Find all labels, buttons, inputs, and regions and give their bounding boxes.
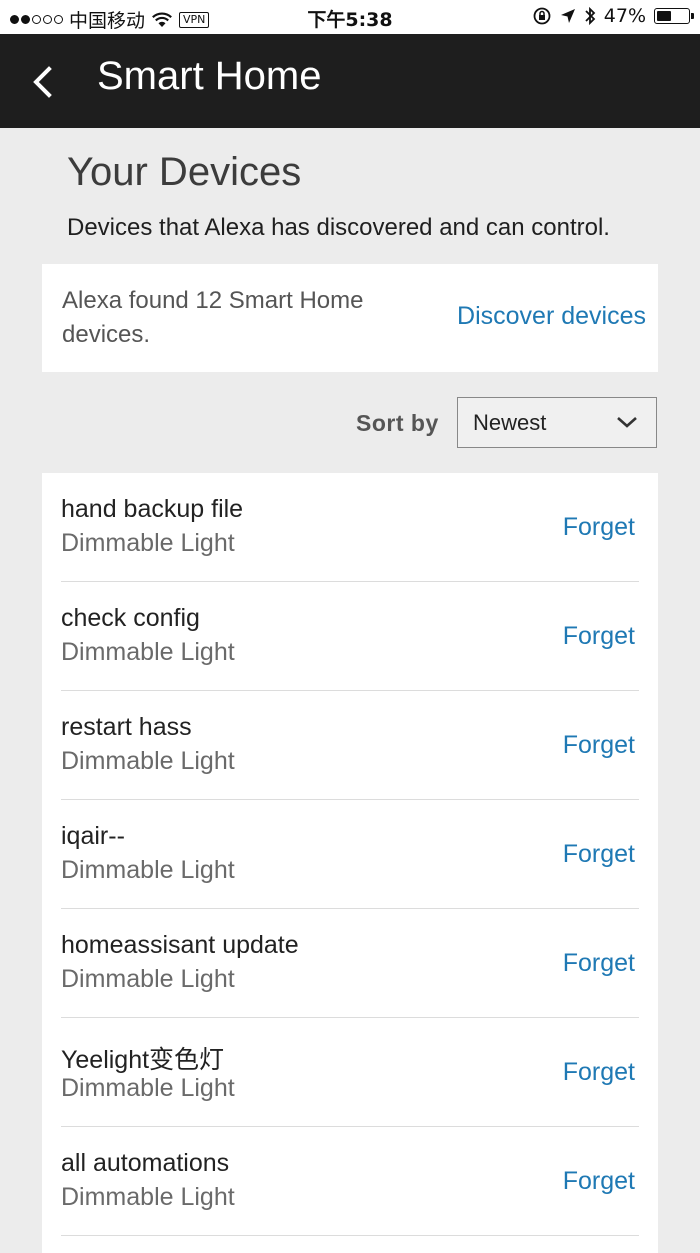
device-name: iqair-- <box>61 822 125 850</box>
list-item[interactable]: Yeelight变色灯 Dimmable Light Forget <box>61 1018 639 1127</box>
discovery-card: Alexa found 12 Smart Home devices. Disco… <box>42 264 658 372</box>
battery-percent: 47% <box>603 5 646 27</box>
device-name: check config <box>61 604 200 632</box>
device-type: Dimmable Light <box>61 965 235 993</box>
list-item[interactable]: iqair-- Dimmable Light Forget <box>61 800 639 909</box>
device-name: all automations <box>61 1149 230 1177</box>
device-name: restart hass <box>61 713 192 741</box>
device-type: Dimmable Light <box>61 747 235 775</box>
device-name: hand backup file <box>61 495 244 523</box>
battery-icon <box>654 8 694 24</box>
forget-button[interactable]: Forget <box>563 1167 635 1196</box>
device-type: Dimmable Light <box>61 856 235 884</box>
forget-button[interactable]: Forget <box>563 731 635 760</box>
device-type: Dimmable Light <box>61 529 235 557</box>
device-type: Dimmable Light <box>61 1183 235 1211</box>
devices-found-text: Alexa found 12 Smart Home devices. <box>62 287 364 348</box>
bluetooth-icon <box>585 6 596 26</box>
orientation-lock-icon <box>533 7 551 25</box>
list-item[interactable]: hand backup file Dimmable Light Forget <box>61 473 639 582</box>
sort-selected-value: Newest <box>473 410 547 435</box>
device-name: Yeelight变色灯 <box>61 1046 225 1074</box>
chevron-down-icon <box>617 417 637 428</box>
back-button[interactable] <box>30 60 70 104</box>
nav-bar: Smart Home <box>0 34 700 128</box>
device-type: Dimmable Light <box>61 1074 235 1102</box>
location-icon <box>560 9 575 23</box>
status-right: 47% <box>532 5 694 27</box>
device-list: hand backup file Dimmable Light Forget c… <box>42 473 658 1253</box>
sort-label: Sort by <box>356 410 439 436</box>
forget-button[interactable]: Forget <box>563 1058 635 1087</box>
nav-title: Smart Home <box>97 54 322 98</box>
forget-button[interactable]: Forget <box>563 622 635 651</box>
chevron-left-icon <box>33 66 52 98</box>
status-bar: 中国移动 VPN 下午5:38 47% <box>0 0 700 34</box>
list-item[interactable]: check config Dimmable Light Forget <box>61 582 639 691</box>
sort-dropdown[interactable]: Newest <box>457 397 657 448</box>
page-subtitle: Devices that Alexa has discovered and ca… <box>67 214 610 241</box>
discover-devices-link[interactable]: Discover devices <box>457 302 646 331</box>
device-type: Dimmable Light <box>61 638 235 666</box>
list-item[interactable]: homeassisant update Dimmable Light Forge… <box>61 909 639 1018</box>
forget-button[interactable]: Forget <box>563 513 635 542</box>
list-item[interactable]: restart hass Dimmable Light Forget <box>61 691 639 800</box>
divider <box>61 1234 639 1236</box>
forget-button[interactable]: Forget <box>563 840 635 869</box>
forget-button[interactable]: Forget <box>563 949 635 978</box>
list-item[interactable]: all automations Dimmable Light Forget <box>61 1127 639 1236</box>
page-title: Your Devices <box>67 150 302 194</box>
device-name: homeassisant update <box>61 931 299 959</box>
